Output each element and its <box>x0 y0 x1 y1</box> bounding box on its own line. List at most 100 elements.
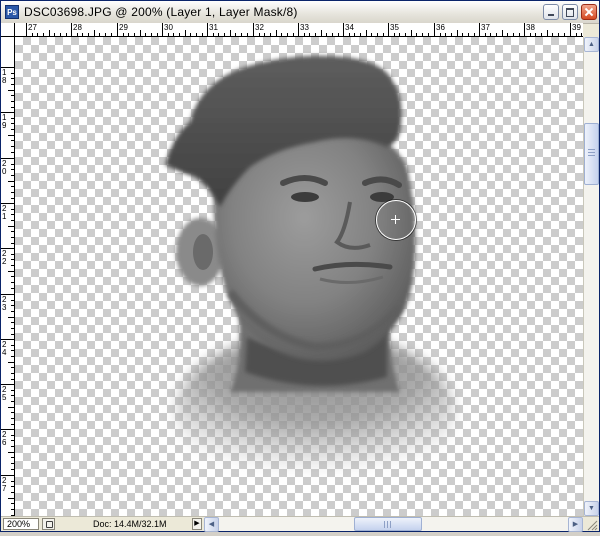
status-menu-button[interactable]: ▶ <box>192 518 202 530</box>
ruler-minor-tick <box>564 33 565 36</box>
ruler-minor-tick <box>11 435 14 436</box>
ruler-minor-tick <box>8 498 14 499</box>
ruler-minor-tick <box>11 265 14 266</box>
ruler-minor-tick <box>134 33 135 36</box>
ruler-minor-tick <box>11 311 14 312</box>
ruler-minor-tick <box>576 33 577 36</box>
document-canvas[interactable] <box>15 37 583 516</box>
ruler-label: 2 1 <box>2 204 7 221</box>
ruler-minor-tick <box>468 33 469 36</box>
ruler-minor-tick <box>264 33 265 36</box>
ruler-label: 2 3 <box>2 295 7 312</box>
ruler-minor-tick <box>507 33 508 36</box>
photoshop-icon[interactable]: Ps <box>5 5 19 19</box>
horizontal-scroll-thumb[interactable] <box>354 517 422 531</box>
ruler-minor-tick <box>11 481 14 482</box>
zoom-input[interactable]: 200% <box>3 518 39 530</box>
ruler-minor-tick <box>11 186 14 187</box>
ruler-minor-tick <box>11 305 14 306</box>
ruler-minor-tick <box>151 33 152 36</box>
ruler-label: 33 <box>300 23 309 32</box>
ruler-origin[interactable] <box>1 23 15 37</box>
title-bar[interactable]: Ps DSC03698.JPG @ 200% (Layer 1, Layer M… <box>1 1 599 24</box>
ruler-minor-tick <box>270 33 271 36</box>
ruler-minor-tick <box>218 33 219 36</box>
vertical-scroll-thumb[interactable] <box>584 123 599 185</box>
ruler-minor-tick <box>315 33 316 36</box>
ruler-minor-tick <box>304 33 305 36</box>
ruler-minor-tick <box>173 33 174 36</box>
ruler-minor-tick <box>440 33 441 36</box>
ruler-minor-tick <box>428 33 429 36</box>
ruler-minor-tick <box>105 33 106 36</box>
horizontal-scrollbar[interactable]: ◀ ▶ <box>204 517 583 532</box>
ruler-minor-tick <box>535 33 536 36</box>
ruler-minor-tick <box>11 209 14 210</box>
ruler-label: 31 <box>209 23 218 32</box>
ruler-minor-tick <box>530 33 531 36</box>
maximize-button[interactable] <box>562 4 578 20</box>
ruler-minor-tick <box>11 486 14 487</box>
ruler-minor-tick <box>11 73 14 74</box>
ruler-minor-tick <box>558 33 559 36</box>
ruler-minor-tick <box>326 33 327 36</box>
ruler-minor-tick <box>11 457 14 458</box>
ruler-label: 2 6 <box>2 430 7 447</box>
ruler-major-tick <box>207 23 208 36</box>
ruler-label: 1 8 <box>2 68 7 85</box>
ruler-minor-tick <box>11 282 14 283</box>
ruler-minor-tick <box>37 33 38 36</box>
navigator-icon[interactable] <box>42 518 55 530</box>
ruler-minor-tick <box>293 33 294 36</box>
ruler-minor-tick <box>190 33 191 36</box>
ruler-minor-tick <box>213 33 214 36</box>
scroll-up-button[interactable]: ▲ <box>584 37 599 52</box>
ruler-major-tick <box>117 23 118 36</box>
ruler-minor-tick <box>111 33 112 36</box>
ruler-minor-tick <box>11 401 14 402</box>
vertical-scrollbar[interactable]: ▲ ▼ <box>583 37 599 516</box>
resize-grip-icon[interactable] <box>584 517 598 531</box>
ruler-label: 2 2 <box>2 249 7 266</box>
vertical-ruler[interactable]: 1 81 92 02 12 22 32 42 52 62 72 8 <box>1 37 15 516</box>
ruler-minor-tick <box>8 271 14 272</box>
document-size-info: Doc: 14.4M/32.1M <box>93 519 167 529</box>
ruler-label: 39 <box>572 23 581 32</box>
ruler-major-tick <box>71 23 72 36</box>
ruler-minor-tick <box>11 118 14 119</box>
ruler-minor-tick <box>8 407 14 408</box>
ruler-minor-tick <box>354 33 355 36</box>
ruler-minor-tick <box>11 373 14 374</box>
ruler-minor-tick <box>11 95 14 96</box>
ruler-minor-tick <box>241 33 242 36</box>
scroll-left-button[interactable]: ◀ <box>204 517 219 532</box>
ruler-minor-tick <box>11 390 14 391</box>
ruler-minor-tick <box>405 33 406 36</box>
ruler-minor-tick <box>11 214 14 215</box>
scroll-down-button[interactable]: ▼ <box>584 501 599 516</box>
ruler-minor-tick <box>11 412 14 413</box>
ruler-minor-tick <box>485 33 486 36</box>
horizontal-ruler[interactable]: 27 28 29 30 31 32 33 34 35 36 37 38 39 <box>15 23 583 37</box>
ruler-minor-tick <box>502 30 503 36</box>
ruler-label: 2 0 <box>2 159 7 176</box>
ruler-minor-tick <box>321 30 322 36</box>
ruler-minor-tick <box>11 164 14 165</box>
ruler-minor-tick <box>11 243 14 244</box>
ruler-major-tick <box>343 23 344 36</box>
minimize-button[interactable] <box>543 4 559 20</box>
close-button[interactable] <box>581 4 597 20</box>
ruler-minor-tick <box>11 367 14 368</box>
ruler-label: 1 9 <box>2 113 7 130</box>
ruler-minor-tick <box>66 33 67 36</box>
ruler-minor-tick <box>202 33 203 36</box>
ruler-label: 2 7 <box>2 476 7 493</box>
ruler-minor-tick <box>349 33 350 36</box>
ruler-minor-tick <box>11 424 14 425</box>
ruler-minor-tick <box>332 33 333 36</box>
ruler-minor-tick <box>377 33 378 36</box>
ruler-minor-tick <box>8 317 14 318</box>
ruler-minor-tick <box>11 254 14 255</box>
scroll-right-button[interactable]: ▶ <box>568 517 583 532</box>
ruler-major-tick <box>570 23 571 36</box>
